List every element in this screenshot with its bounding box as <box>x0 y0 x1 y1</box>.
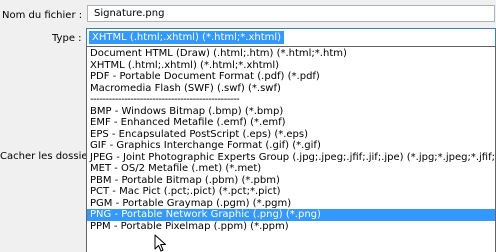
file-type-options: Document HTML (Draw) (.html;.htm) (*.htm… <box>87 47 495 232</box>
file-type-option[interactable]: PNG - Portable Network Graphic (.png) (*… <box>87 209 495 221</box>
file-type-option[interactable]: PPM - Portable Pixelmap (.ppm) (*.ppm) <box>87 221 495 233</box>
file-type-option[interactable]: EMF - Enhanced Metafile (.emf) (*.emf) <box>87 117 495 129</box>
file-type-option[interactable]: EPS - Encapsulated PostScript (.eps) (*.… <box>87 129 495 141</box>
file-type-dropdown-list[interactable]: Document HTML (Draw) (.html;.htm) (*.htm… <box>86 46 496 252</box>
file-type-option[interactable]: PBM - Portable Bitmap (.pbm) (*.pbm) <box>87 175 495 187</box>
file-type-label: Type : <box>52 33 82 44</box>
file-type-option[interactable]: XHTML (.html;.xhtml) (*.html;*.xhtml) <box>87 60 495 72</box>
file-type-option[interactable]: Document HTML (Draw) (.html;.htm) (*.htm… <box>87 48 495 60</box>
file-type-option[interactable]: GIF - Graphics Interchange Format (.gif)… <box>87 140 495 152</box>
file-type-option[interactable]: PGM - Portable Graymap (.pgm) (*.pgm) <box>87 198 495 210</box>
file-type-option[interactable]: MET - OS/2 Metafile (.met) (*.met) <box>87 163 495 175</box>
hide-folders-toggle[interactable]: Cacher les dossiers <box>0 150 92 163</box>
file-type-selected-value: XHTML (.html;.xhtml) (*.html;*.xhtml) <box>89 31 285 44</box>
mouse-pointer-icon <box>154 234 166 252</box>
list-separator: ----------------------------------------… <box>90 94 240 105</box>
save-as-dialog: Nom du fichier : Signature.png Type : XH… <box>0 0 496 252</box>
file-type-option[interactable]: BMP - Windows Bitmap (.bmp) (*.bmp) <box>87 106 495 118</box>
file-type-option[interactable]: JPEG - Joint Photographic Experts Group … <box>87 152 495 164</box>
file-type-option[interactable]: PDF - Portable Document Format (.pdf) (*… <box>87 71 495 83</box>
file-type-option[interactable]: Macromedia Flash (SWF) (.swf) (*.swf) <box>87 83 495 95</box>
file-type-option[interactable]: PCT - Mac Pict (.pct;.pict) (*.pct;*.pic… <box>87 186 495 198</box>
file-type-select[interactable]: XHTML (.html;.xhtml) (*.html;*.xhtml) <box>86 28 496 47</box>
filename-input[interactable]: Signature.png <box>87 5 495 22</box>
filename-label: Nom du fichier : <box>2 10 83 21</box>
